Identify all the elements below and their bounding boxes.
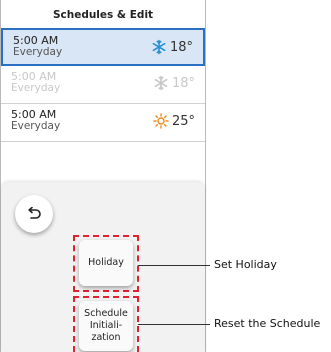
back-button[interactable]	[15, 195, 53, 233]
schedule-temperature-group: 18°	[153, 75, 195, 91]
holiday-button-label: Holiday	[88, 257, 124, 268]
schedule-temperature: 18°	[171, 75, 195, 91]
snowflake-icon	[154, 75, 168, 91]
schedule-temperature: 25°	[171, 113, 195, 129]
schedule-init-label-line3: zation	[91, 332, 121, 343]
schedule-init-label-line1: Schedule	[84, 308, 128, 319]
schedule-row-3[interactable]: 5:00 AM Everyday 25°	[1, 104, 205, 142]
schedule-init-callout-line	[138, 324, 210, 325]
phone-screen: Schedules & Edit 5:00 AM Everyday 18° 5:…	[0, 0, 206, 352]
schedule-row-1[interactable]: 5:00 AM Everyday 18°	[1, 28, 205, 66]
schedule-initialization-button[interactable]: Schedule Initiali- zation	[79, 301, 133, 351]
sun-icon	[153, 113, 169, 129]
schedule-repeat: Everyday	[13, 46, 63, 58]
holiday-callout-line	[138, 265, 210, 266]
holiday-button[interactable]: Holiday	[79, 240, 133, 286]
schedule-temperature: 18°	[169, 39, 193, 55]
schedule-init-label-line2: Initiali-	[89, 320, 123, 331]
snowflake-icon	[152, 39, 166, 55]
back-arrow-icon	[28, 207, 41, 219]
page-title: Schedules & Edit	[52, 9, 154, 21]
schedule-init-callout-label: Reset the Schedule	[214, 317, 321, 330]
holiday-callout-label: Set Holiday	[214, 258, 277, 271]
schedule-row-2[interactable]: 5:00 AM Everyday 18°	[1, 66, 205, 104]
schedule-temperature-group: 18°	[151, 39, 193, 55]
schedule-temperature-group: 25°	[153, 113, 195, 129]
schedule-repeat: Everyday	[11, 120, 61, 132]
schedule-repeat: Everyday	[11, 82, 61, 94]
